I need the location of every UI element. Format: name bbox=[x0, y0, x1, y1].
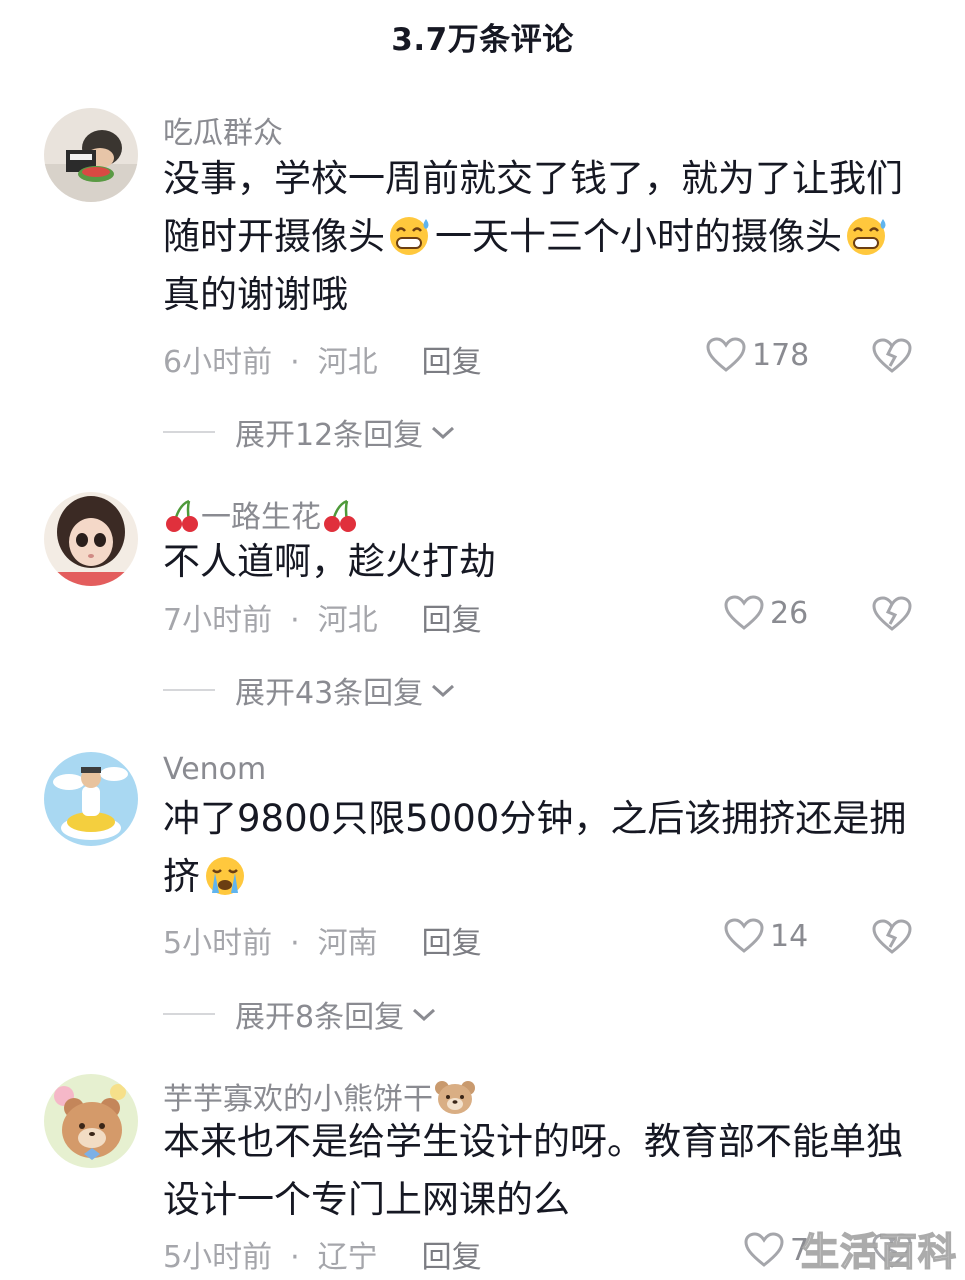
comment-meta: 5小时前 · 辽宁 回复 bbox=[163, 1232, 482, 1276]
like-count: 178 bbox=[752, 337, 810, 373]
comments-count-title: 3.7万条评论 bbox=[391, 22, 574, 58]
comment-username-text: 一路生花 bbox=[201, 500, 321, 535]
dislike-button[interactable] bbox=[872, 596, 912, 636]
like-button[interactable]: 178 bbox=[706, 337, 809, 373]
chevron-down-icon bbox=[432, 684, 455, 698]
watermark: 生活百科 bbox=[800, 1229, 957, 1275]
comment-text-part: 冲了9800只限5000分钟，之后该拥挤还是拥挤 bbox=[163, 797, 907, 898]
heart-icon bbox=[724, 918, 764, 953]
comment-username[interactable]: 一路生花 bbox=[163, 492, 359, 536]
comment-username-text: 芋芋寡欢的小熊饼干 bbox=[163, 1082, 433, 1117]
cherry-icon bbox=[166, 499, 198, 532]
dislike-button[interactable] bbox=[872, 338, 912, 378]
cherry-icon bbox=[324, 499, 356, 532]
broken-heart-icon bbox=[872, 596, 912, 631]
expand-replies-button[interactable]: 展开12条回复 bbox=[163, 410, 457, 454]
dislike-button[interactable] bbox=[872, 919, 912, 959]
chevron-down-icon bbox=[432, 426, 455, 440]
reply-button[interactable]: 回复 bbox=[422, 1232, 482, 1276]
comment-time: 6小时前 bbox=[163, 345, 273, 380]
reply-button[interactable]: 回复 bbox=[422, 337, 482, 381]
comment-meta: 6小时前 · 河北 回复 bbox=[163, 337, 482, 381]
comment-text: 没事，学校一周前就交了钱了，就为了让我们随时开摄像头 一天十三个小时的摄像头真的谢… bbox=[163, 150, 923, 324]
comment-location: 辽宁 bbox=[317, 1240, 378, 1275]
broken-heart-icon bbox=[872, 919, 912, 954]
like-button[interactable]: 26 bbox=[724, 595, 808, 631]
comment-time: 5小时前 bbox=[163, 926, 273, 961]
comment-meta: 7小时前 · 河北 回复 bbox=[163, 595, 482, 639]
reply-button[interactable]: 回复 bbox=[422, 595, 482, 639]
comment-username[interactable]: Venom bbox=[163, 752, 266, 787]
divider bbox=[163, 689, 215, 691]
avatar[interactable] bbox=[44, 108, 138, 202]
bear-face-icon bbox=[435, 1081, 475, 1114]
comment-text-part: 真的谢谢哦 bbox=[163, 273, 348, 316]
comment-location: 河北 bbox=[317, 345, 378, 380]
heart-icon bbox=[744, 1232, 784, 1267]
comment-time: 7小时前 bbox=[163, 603, 273, 638]
comment-username[interactable]: 芋芋寡欢的小熊饼干 bbox=[163, 1074, 477, 1118]
broken-heart-icon bbox=[872, 338, 912, 373]
reply-button[interactable]: 回复 bbox=[422, 918, 482, 962]
comment-time: 5小时前 bbox=[163, 1240, 273, 1275]
avatar[interactable] bbox=[44, 752, 138, 846]
chevron-down-icon bbox=[413, 1008, 436, 1022]
comment-text-part: 一天十三个小时的摄像头 bbox=[435, 215, 842, 258]
comment-text: 本来也不是给学生设计的呀。教育部不能单独设计一个专门上网课的么 bbox=[163, 1113, 923, 1229]
crying-face-emoji-icon bbox=[206, 857, 244, 895]
expand-replies-label: 展开12条回复 bbox=[235, 418, 424, 453]
avatar[interactable] bbox=[44, 492, 138, 586]
avatar[interactable] bbox=[44, 1074, 138, 1168]
heart-icon bbox=[706, 337, 746, 372]
comment-meta: 5小时前 · 河南 回复 bbox=[163, 918, 482, 962]
heart-icon bbox=[724, 595, 764, 630]
comment-text-part: 不人道啊，趁火打劫 bbox=[163, 540, 496, 583]
comment-location: 河北 bbox=[317, 603, 378, 638]
like-button[interactable]: 7 bbox=[744, 1232, 809, 1268]
expand-replies-label: 展开43条回复 bbox=[235, 676, 424, 711]
expand-replies-button[interactable]: 展开43条回复 bbox=[163, 668, 457, 712]
sweat-smile-emoji-icon bbox=[847, 217, 886, 255]
comment-text: 不人道啊，趁火打劫 bbox=[163, 533, 923, 591]
like-button[interactable]: 14 bbox=[724, 918, 808, 954]
expand-replies-button[interactable]: 展开8条回复 bbox=[163, 992, 438, 1036]
comment-location: 河南 bbox=[317, 926, 378, 961]
like-count: 26 bbox=[770, 595, 809, 631]
like-count: 14 bbox=[770, 918, 809, 954]
divider bbox=[163, 431, 215, 433]
sweat-smile-emoji-icon bbox=[390, 217, 429, 255]
comment-text: 冲了9800只限5000分钟，之后该拥挤还是拥挤 bbox=[163, 790, 923, 906]
expand-replies-label: 展开8条回复 bbox=[235, 1000, 405, 1035]
comment-text-part: 本来也不是给学生设计的呀。教育部不能单独设计一个专门上网课的么 bbox=[163, 1120, 903, 1221]
comment-username[interactable]: 吃瓜群众 bbox=[163, 108, 283, 152]
divider bbox=[163, 1013, 215, 1015]
